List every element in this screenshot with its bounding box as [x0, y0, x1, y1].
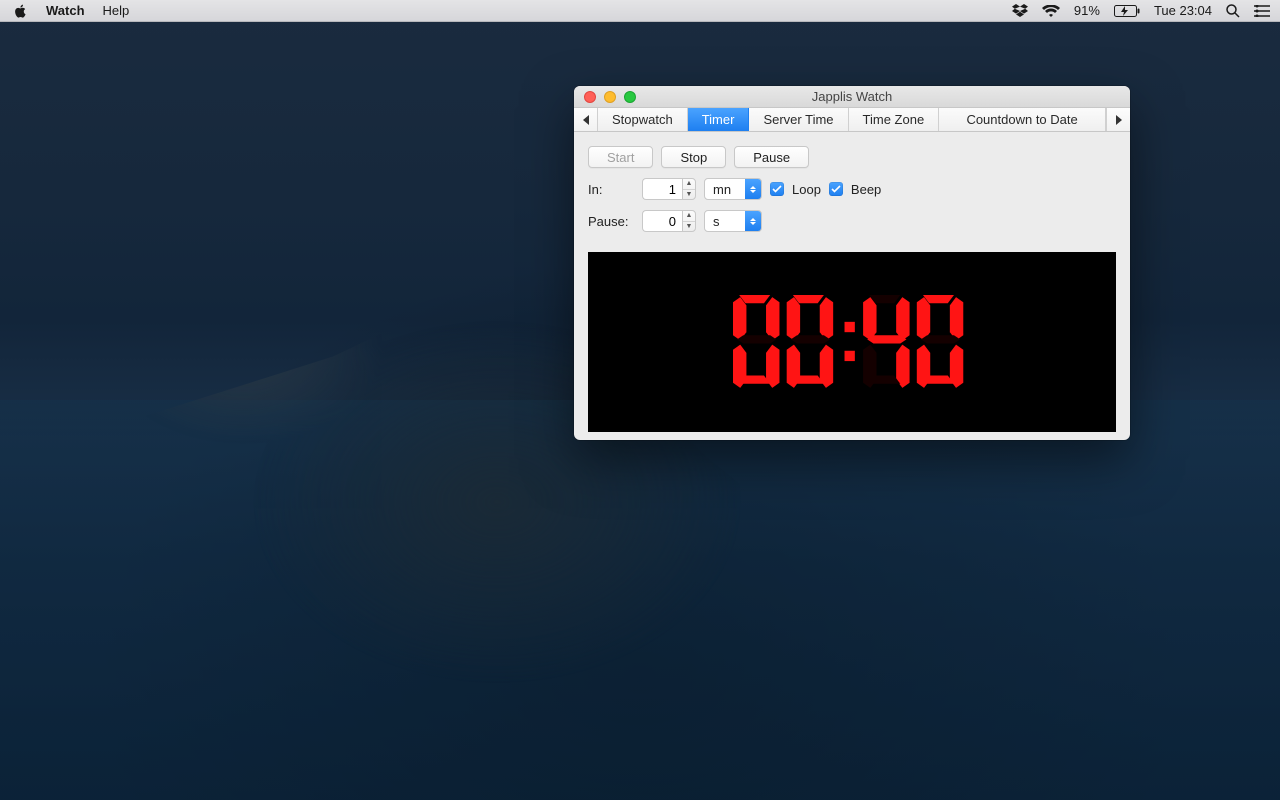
in-value-input[interactable]	[642, 178, 682, 200]
menubar-clock[interactable]: Tue 23:04	[1154, 3, 1212, 18]
battery-charging-icon[interactable]	[1114, 5, 1140, 17]
beep-checkbox[interactable]	[829, 182, 843, 196]
window-minimize-button[interactable]	[604, 91, 616, 103]
tab-bar: Stopwatch Timer Server Time Time Zone Co…	[574, 108, 1130, 132]
spotlight-icon[interactable]	[1226, 4, 1240, 18]
pause-button[interactable]: Pause	[734, 146, 809, 168]
tab-countdown-to-date[interactable]: Countdown to Date	[939, 108, 1106, 131]
app-name-menu[interactable]: Watch	[46, 3, 85, 18]
tab-scroll-right[interactable]	[1106, 108, 1130, 131]
timer-display	[588, 252, 1116, 432]
select-caret-icon	[745, 211, 761, 231]
battery-percent: 91%	[1074, 3, 1100, 18]
tab-time-zone[interactable]: Time Zone	[849, 108, 940, 131]
timer-controls: Start Stop Pause In: ▲▼ mn Loop Beep	[574, 132, 1130, 252]
menu-bar: Watch Help 91% Tue 23:04	[0, 0, 1280, 22]
start-button[interactable]: Start	[588, 146, 653, 168]
window-close-button[interactable]	[584, 91, 596, 103]
in-unit-select[interactable]: mn	[704, 178, 762, 200]
beep-label: Beep	[851, 182, 881, 197]
pause-unit-select[interactable]: s	[704, 210, 762, 232]
window-zoom-button[interactable]	[624, 91, 636, 103]
pause-value-field[interactable]: ▲▼	[642, 210, 696, 232]
select-caret-icon	[745, 179, 761, 199]
led-time-readout	[733, 295, 971, 390]
pause-label: Pause:	[588, 214, 634, 229]
in-unit-value: mn	[705, 182, 745, 197]
help-menu[interactable]: Help	[103, 3, 130, 18]
tab-timer[interactable]: Timer	[688, 108, 750, 131]
in-label: In:	[588, 182, 634, 197]
pause-value-input[interactable]	[642, 210, 682, 232]
window-title: Japplis Watch	[574, 89, 1130, 104]
pause-unit-value: s	[705, 214, 745, 229]
dropbox-icon[interactable]	[1012, 4, 1028, 18]
in-value-stepper[interactable]: ▲▼	[682, 178, 696, 200]
window-titlebar[interactable]: Japplis Watch	[574, 86, 1130, 108]
tab-stopwatch[interactable]: Stopwatch	[598, 108, 688, 131]
japplis-watch-window: Japplis Watch Stopwatch Timer Server Tim…	[574, 86, 1130, 440]
tab-server-time[interactable]: Server Time	[749, 108, 848, 131]
stop-button[interactable]: Stop	[661, 146, 726, 168]
pause-value-stepper[interactable]: ▲▼	[682, 210, 696, 232]
wifi-icon[interactable]	[1042, 5, 1060, 17]
apple-menu-icon[interactable]	[14, 4, 28, 18]
in-value-field[interactable]: ▲▼	[642, 178, 696, 200]
loop-label: Loop	[792, 182, 821, 197]
loop-checkbox[interactable]	[770, 182, 784, 196]
notification-center-icon[interactable]	[1254, 5, 1270, 17]
tab-scroll-left[interactable]	[574, 108, 598, 131]
